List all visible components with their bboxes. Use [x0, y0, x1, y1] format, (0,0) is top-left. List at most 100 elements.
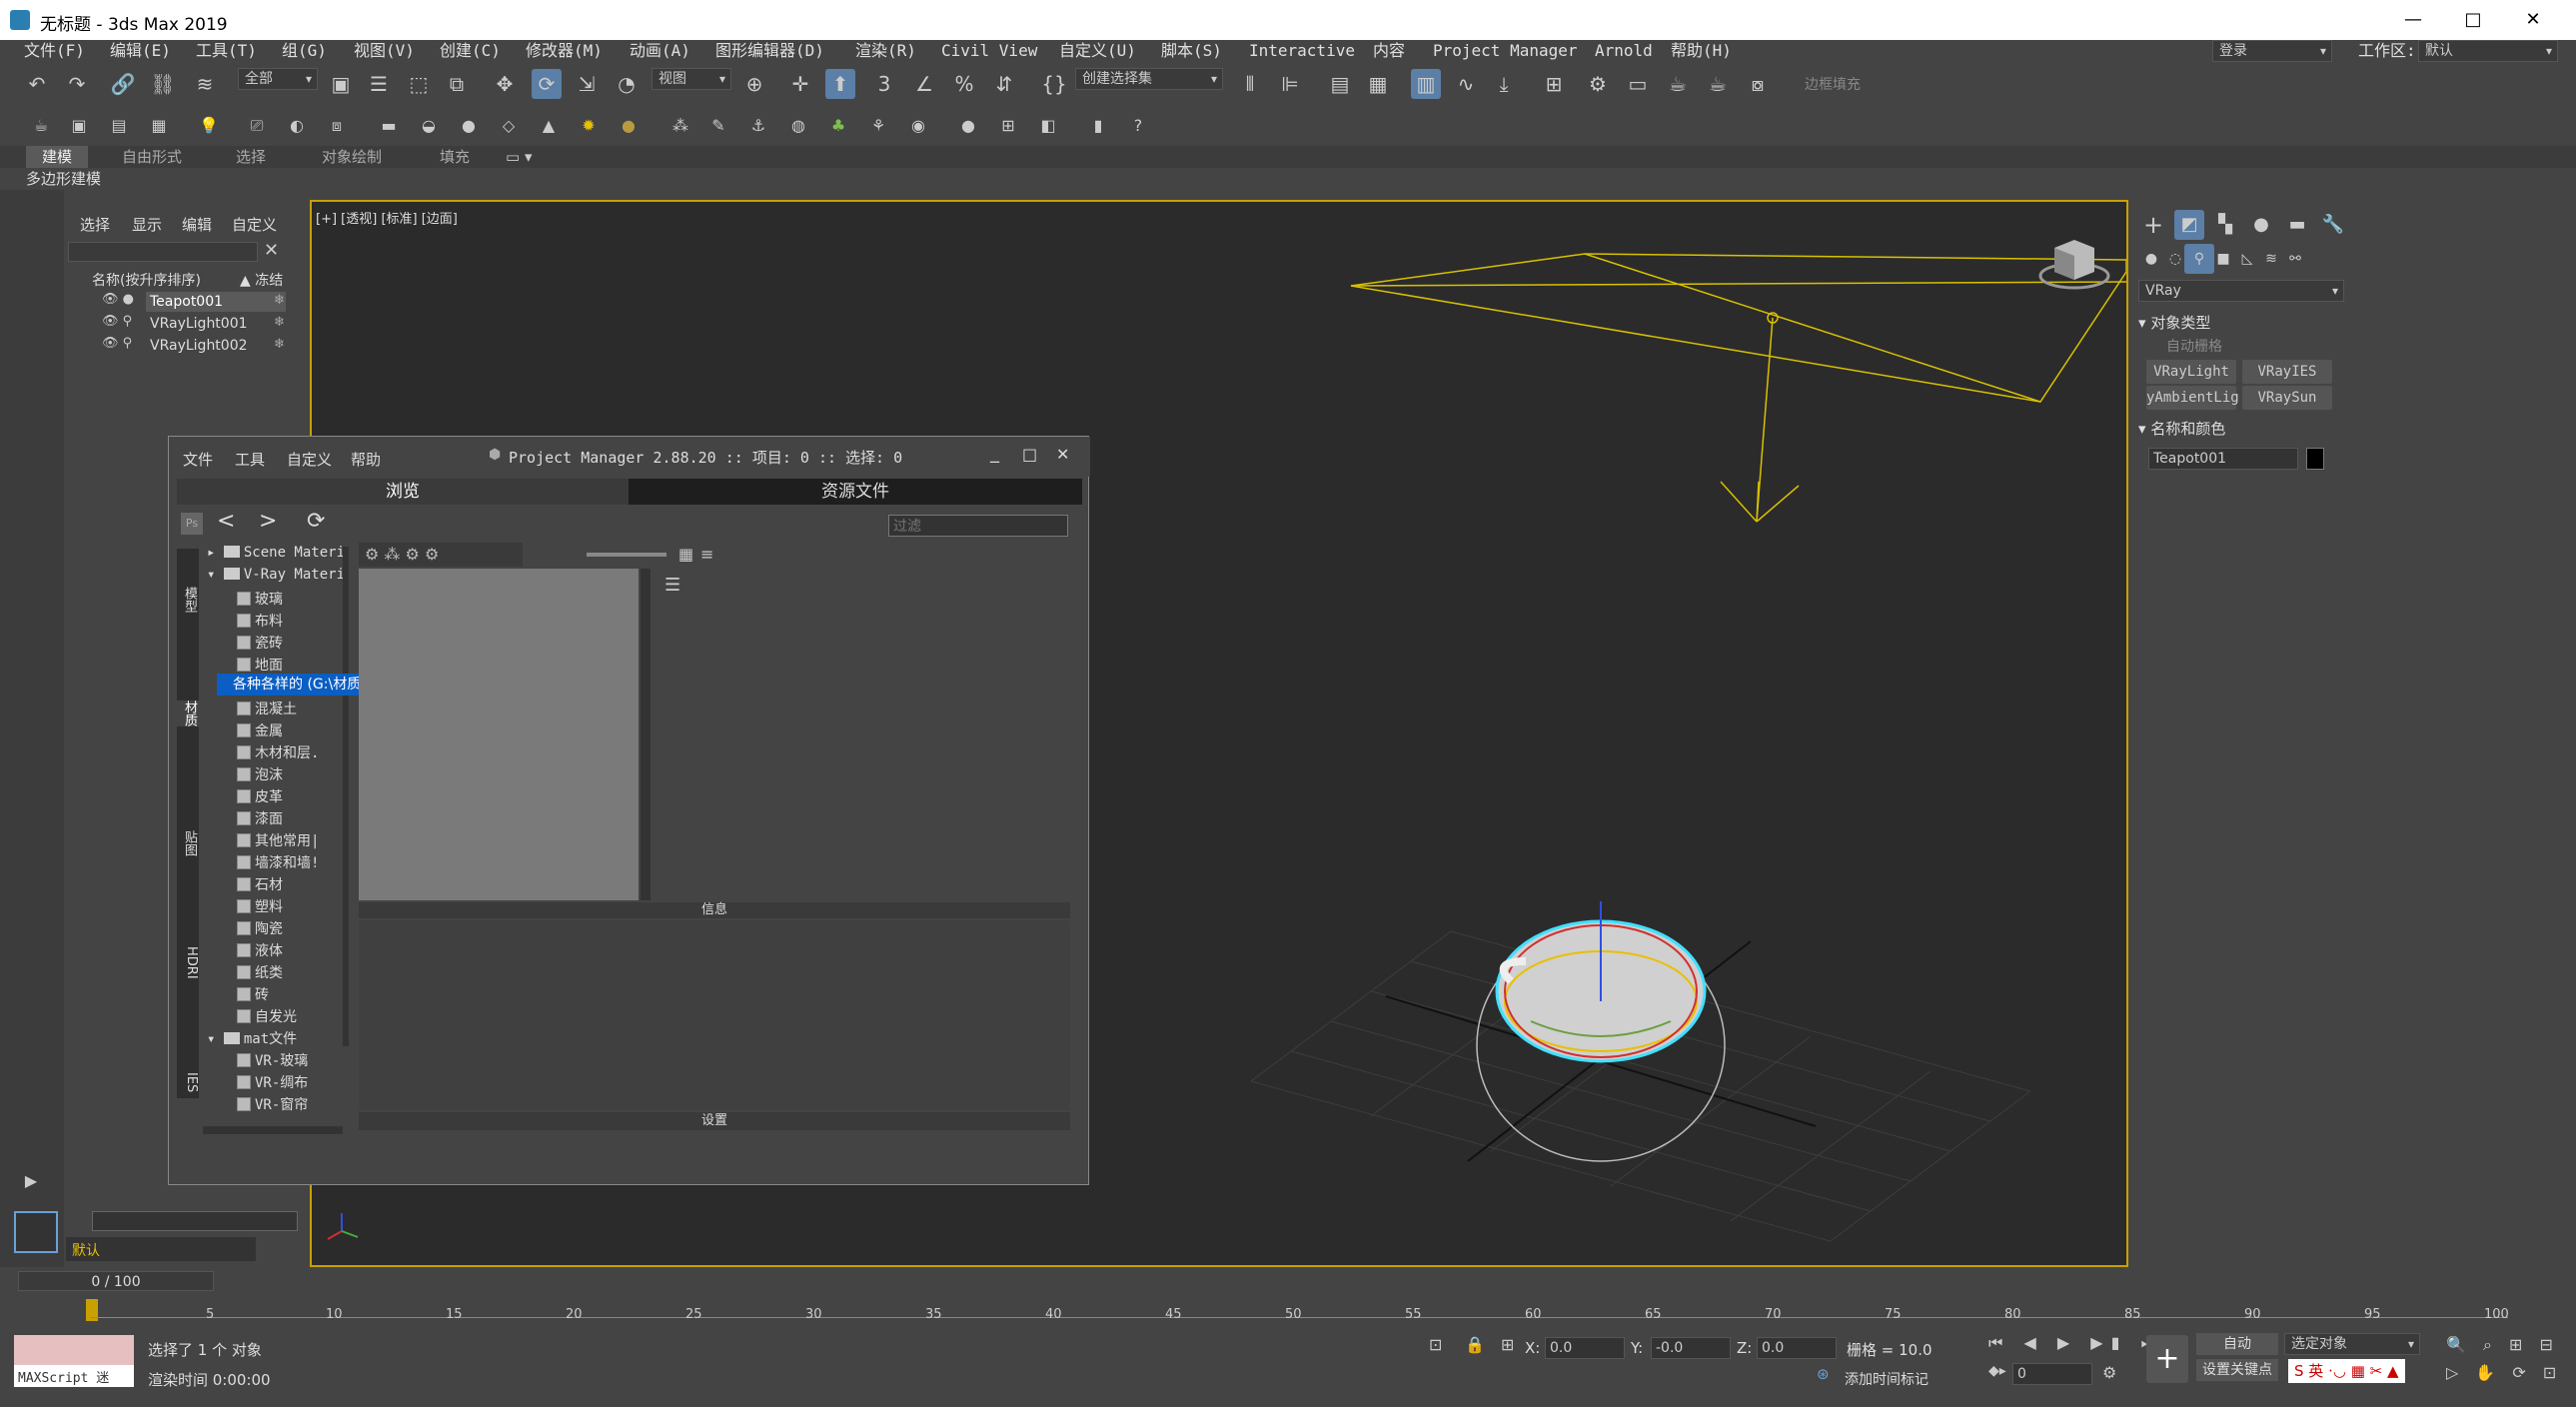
vrayambientlight-button[interactable]: yAmbientLig [2146, 386, 2239, 410]
fur-icon[interactable]: ⁂ [665, 111, 695, 141]
menu-arnold[interactable]: Arnold [1595, 40, 1653, 62]
minimize-button[interactable]: — [2388, 4, 2438, 36]
frame-spinner[interactable]: 0 [2012, 1363, 2092, 1385]
place-icon[interactable]: ◔ [612, 69, 642, 99]
z-field[interactable]: 0.0 [1757, 1337, 1837, 1359]
menu-create[interactable]: 创建(C) [440, 40, 501, 62]
modify-tab-icon[interactable]: ◩ [2174, 210, 2204, 240]
details-menu-icon[interactable]: ☰ [664, 575, 680, 596]
tree-item[interactable]: 陶瓷 [237, 918, 283, 938]
column-name-header[interactable]: 名称(按升序排序) [92, 270, 201, 290]
scene-search-input[interactable] [68, 242, 258, 262]
move-icon[interactable]: ✥ [490, 69, 520, 99]
maxscript-listener[interactable] [14, 1335, 134, 1365]
playback-controls[interactable]: ⏮ ◀ ▶ ▶▮ ⏭ [1988, 1333, 2163, 1353]
select-manipulate-icon[interactable]: ✛ [785, 69, 815, 99]
light-icon[interactable]: 💡 [194, 111, 224, 141]
close-button[interactable]: ✕ [2508, 4, 2558, 36]
column-freeze-header[interactable]: ▲ 冻结 [240, 270, 283, 290]
menu-edit[interactable]: 编辑(E) [110, 40, 171, 62]
teapot-icon[interactable]: ☕ [26, 111, 56, 141]
tree-item[interactable]: 瓷砖 [237, 633, 283, 653]
auto-grid-checkbox[interactable]: 自动栅格 [2166, 336, 2222, 356]
menu-help[interactable]: 帮助(H) [1671, 40, 1732, 62]
vrayies-button[interactable]: VRayIES [2242, 360, 2332, 384]
key-mode-icon[interactable]: ◆▸ [1988, 1363, 2006, 1379]
align-icon[interactable]: ⊫ [1275, 69, 1305, 99]
visibility-eye-icon[interactable]: 👁 ⚲ [102, 314, 132, 329]
ribbon-tab-modeling[interactable]: 建模 [26, 146, 89, 168]
pm-tab-resources[interactable]: 资源文件 [629, 479, 1082, 505]
workspace-dropdown[interactable]: 默认 [2418, 40, 2558, 62]
sphere-light-icon[interactable]: ● [454, 111, 484, 141]
maximize-button[interactable]: □ [2448, 4, 2498, 36]
tree-item[interactable]: 液体 [237, 940, 283, 960]
menu-graph-editors[interactable]: 图形编辑器(D) [715, 40, 824, 62]
add-time-tag[interactable]: 添加时间标记 [1845, 1369, 1929, 1389]
spinner-snap-icon[interactable]: ⇵ [989, 69, 1019, 99]
expand-arrow-icon[interactable]: ▸ [207, 545, 224, 561]
pm-menu-help[interactable]: 帮助 [351, 449, 381, 470]
vraysun-button[interactable]: VRaySun [2242, 386, 2332, 410]
viewport-nav-icons[interactable]: 🔍 ⌕ ⊞ ⊟ [2446, 1335, 2559, 1355]
menu-content[interactable]: 内容 [1373, 40, 1405, 62]
tree-folder[interactable]: ▸ Scene Materi [207, 545, 343, 561]
pm-menu-file[interactable]: 文件 [183, 449, 213, 470]
side-tab-model[interactable]: 模型 [177, 587, 199, 613]
settings-header[interactable]: 设置 [359, 1112, 1070, 1130]
ps-icon[interactable]: Ps [181, 513, 203, 535]
tree-item[interactable]: 混凝土 [237, 699, 297, 718]
ribbon-tab-selection[interactable]: 选择 [236, 146, 266, 168]
bind-space-warp-icon[interactable]: ≋ [190, 69, 220, 99]
maxscript-input[interactable]: MAXScript 迷 [14, 1365, 134, 1387]
proxy-icon[interactable]: ✎ [703, 111, 733, 141]
object-color-swatch[interactable] [2306, 448, 2324, 470]
rect-selection-icon[interactable]: ⬚ [404, 69, 434, 99]
tree-item[interactable]: 漆面 [237, 808, 283, 828]
ies-icon[interactable]: ● [614, 111, 644, 141]
tree-item[interactable]: 砖 [237, 984, 269, 1004]
pm-menu-customize[interactable]: 自定义 [287, 449, 332, 470]
view-cube[interactable] [2038, 240, 2110, 290]
transform-mode-icon[interactable]: ⊞ [1501, 1335, 1514, 1354]
category-dropdown[interactable]: VRay [2138, 280, 2344, 302]
lock-icon[interactable]: 🔒 [1465, 1335, 1485, 1354]
utilities-tab-icon[interactable]: 🔧 [2318, 210, 2348, 240]
percent-snap-icon[interactable]: % [949, 69, 979, 99]
dome-icon[interactable]: ◒ [414, 111, 444, 141]
menu-group[interactable]: 组(G) [282, 40, 327, 62]
scene-menu-edit[interactable]: 编辑 [182, 214, 212, 235]
scene-explorer-toggle-icon[interactable]: ▥ [1411, 69, 1441, 99]
export-icon[interactable]: ▮ [1083, 111, 1113, 141]
tree-scrollbar[interactable] [343, 547, 349, 1046]
tree-item[interactable]: 布料 [237, 611, 283, 631]
layer-explorer-icon[interactable]: ▤ [1325, 69, 1355, 99]
pm-close-button[interactable]: ✕ [1056, 445, 1069, 464]
thumbnail-size-slider[interactable] [587, 553, 666, 557]
rendered-frame-window-icon[interactable]: ▭ [1623, 69, 1653, 99]
side-tab-hdri[interactable]: HDRI [177, 946, 199, 979]
time-tag-icon[interactable]: ⊛ [1817, 1365, 1830, 1383]
tree-item[interactable]: 墙漆和墙! [237, 852, 319, 872]
tree-folder[interactable]: ▾ V-Ray Materi [207, 567, 343, 583]
side-tab-material[interactable]: 材质 [177, 701, 199, 726]
link-icon[interactable]: 🔗 [108, 69, 138, 99]
select-object-icon[interactable]: ▣ [326, 69, 356, 99]
sun-icon[interactable]: ✹ [574, 111, 604, 141]
curve-editor-icon[interactable]: ∿ [1451, 69, 1481, 99]
thumbnail-scrollbar[interactable] [641, 569, 650, 900]
ribbon-tab-freeform[interactable]: 自由形式 [122, 146, 182, 168]
tree-item[interactable]: 金属 [237, 720, 283, 740]
clear-search-icon[interactable]: ✕ [264, 240, 279, 261]
rollout-object-type[interactable]: ▾ 对象类型 [2138, 312, 2338, 333]
redo-icon[interactable]: ↷ [62, 69, 92, 99]
time-config-icon[interactable]: ⚙ [2102, 1363, 2116, 1382]
vraylight-button[interactable]: VRayLight [2146, 360, 2236, 384]
back-icon[interactable]: < [217, 509, 235, 534]
pivot-center-icon[interactable]: ⊕ [739, 69, 769, 99]
vr-scene-icon[interactable]: ⚓ [743, 111, 773, 141]
ribbon-tab-populate[interactable]: 填充 [440, 146, 470, 168]
angle-snap-icon[interactable]: ∠ [909, 69, 939, 99]
y-field[interactable]: -0.0 [1651, 1337, 1731, 1359]
window-crossing-icon[interactable]: ⧉ [442, 69, 472, 99]
